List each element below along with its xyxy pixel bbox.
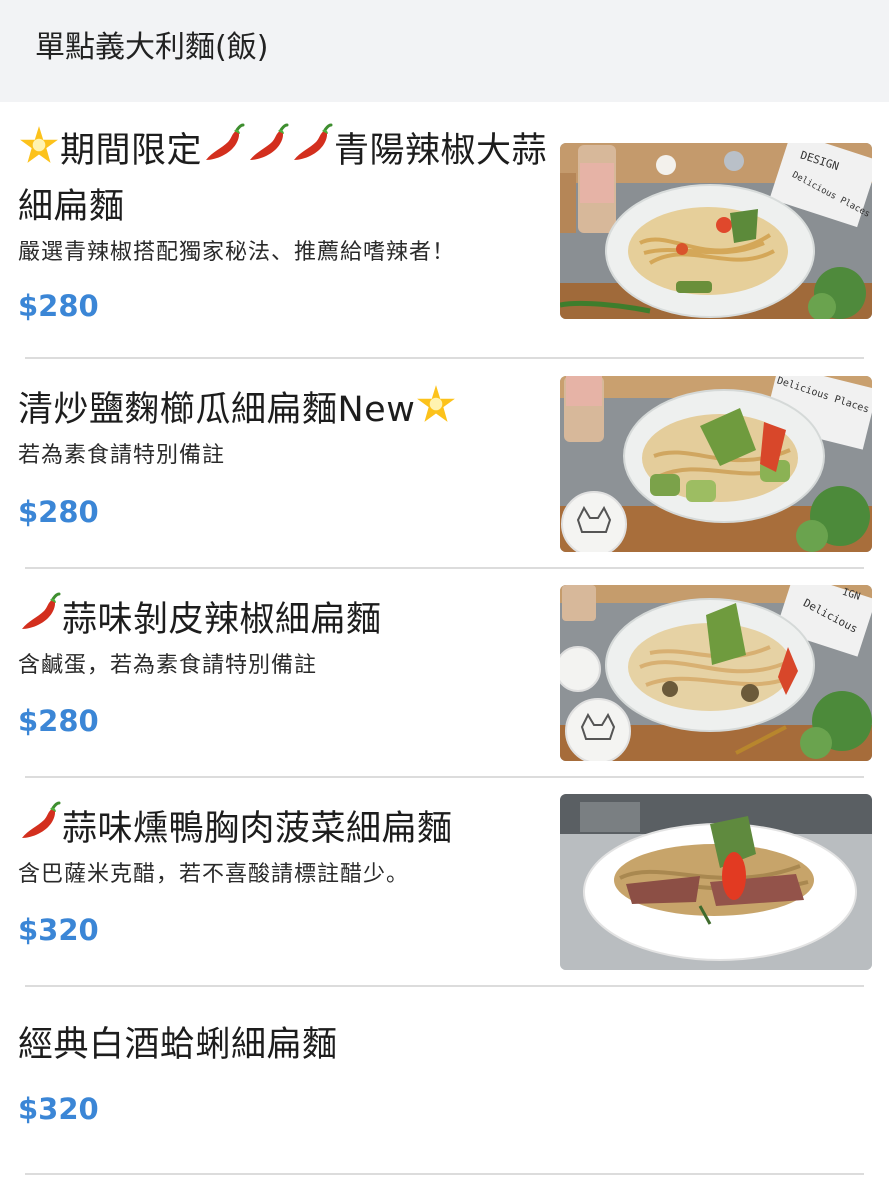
item-photo: DESIGN Delicious Places (560, 143, 872, 319)
item-price: $280 (18, 704, 99, 738)
item-description: 若為素食請特別備註 (18, 443, 226, 468)
menu-item[interactable]: 蒜味剝皮辣椒細扁麵 含鹹蛋，若為素食請特別備註 $280 IGN Delicio… (0, 569, 889, 778)
item-name-text: 蒜味燻鴨胸肉菠菜細扁麵 (62, 809, 453, 849)
item-description: 嚴選青辣椒搭配獨家秘法、推薦給嗜辣者！ (18, 240, 456, 265)
chili-icon (22, 801, 61, 838)
item-name-text: 經典白酒蛤蜊細扁麵 (18, 1025, 338, 1065)
star-icon (20, 126, 58, 163)
item-photo: Delicious Places (560, 376, 872, 552)
item-price: $320 (18, 1092, 99, 1126)
item-name: 蒜味剝皮辣椒細扁麵 (18, 591, 548, 648)
chili-icon (294, 123, 333, 160)
item-name: 蒜味燻鴨胸肉菠菜細扁麵 (18, 800, 548, 857)
item-description: 含巴薩米克醋，若不喜酸請標註醋少。 (18, 862, 410, 887)
item-name: 期間限定 青陽辣椒大蒜細扁麵 (18, 122, 548, 235)
item-name-text: 清炒鹽麴櫛瓜細扁麵New (18, 390, 416, 430)
divider (25, 357, 864, 359)
divider (25, 1173, 864, 1175)
item-price: $280 (18, 495, 99, 529)
menu-item[interactable]: 經典白酒蛤蜊細扁麵 $320 (0, 987, 889, 1178)
item-name: 經典白酒蛤蜊細扁麵 (18, 1017, 548, 1073)
item-photo: IGN Delicious (560, 585, 872, 761)
page-header: 單點義大利麵(飯) (0, 0, 889, 102)
menu-item[interactable]: 蒜味燻鴨胸肉菠菜細扁麵 含巴薩米克醋，若不喜酸請標註醋少。 $320 (0, 778, 889, 987)
chili-icon (206, 123, 245, 160)
menu-item[interactable]: 清炒鹽麴櫛瓜細扁麵New 若為素食請特別備註 $280 Delicious Pl… (0, 360, 889, 569)
item-name-prefix: 期間限定 (60, 131, 203, 171)
item-name: 清炒鹽麴櫛瓜細扁麵New (18, 382, 548, 438)
star-icon (417, 385, 456, 422)
item-price: $280 (18, 289, 99, 323)
item-name-text: 蒜味剝皮辣椒細扁麵 (62, 600, 382, 640)
chili-icon (22, 592, 61, 629)
menu-item[interactable]: 期間限定 青陽辣椒大蒜細扁麵 嚴選青辣椒搭配獨家秘法、推薦給嗜辣者！ $280 D… (0, 102, 889, 360)
item-photo (560, 794, 872, 970)
item-description: 含鹹蛋，若為素食請特別備註 (18, 653, 318, 678)
chili-icon (250, 123, 289, 160)
page-title: 單點義大利麵(飯) (35, 30, 269, 65)
item-price: $320 (18, 913, 99, 947)
